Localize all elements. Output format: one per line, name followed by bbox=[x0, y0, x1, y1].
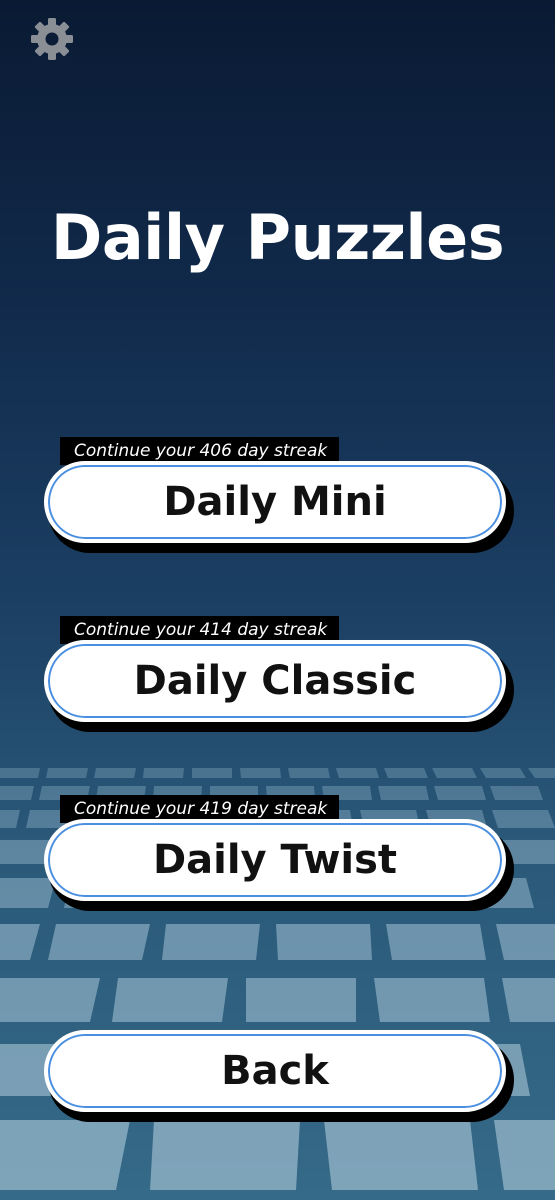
tiled-floor-background bbox=[0, 768, 555, 1190]
daily-mini-button[interactable]: Daily Mini bbox=[44, 461, 506, 543]
page-title: Daily Puzzles bbox=[50, 201, 505, 274]
daily-classic-button[interactable]: Daily Classic bbox=[44, 640, 506, 722]
gear-icon[interactable] bbox=[28, 15, 76, 63]
daily-twist-button[interactable]: Daily Twist bbox=[44, 819, 506, 901]
back-button[interactable]: Back bbox=[44, 1030, 506, 1112]
